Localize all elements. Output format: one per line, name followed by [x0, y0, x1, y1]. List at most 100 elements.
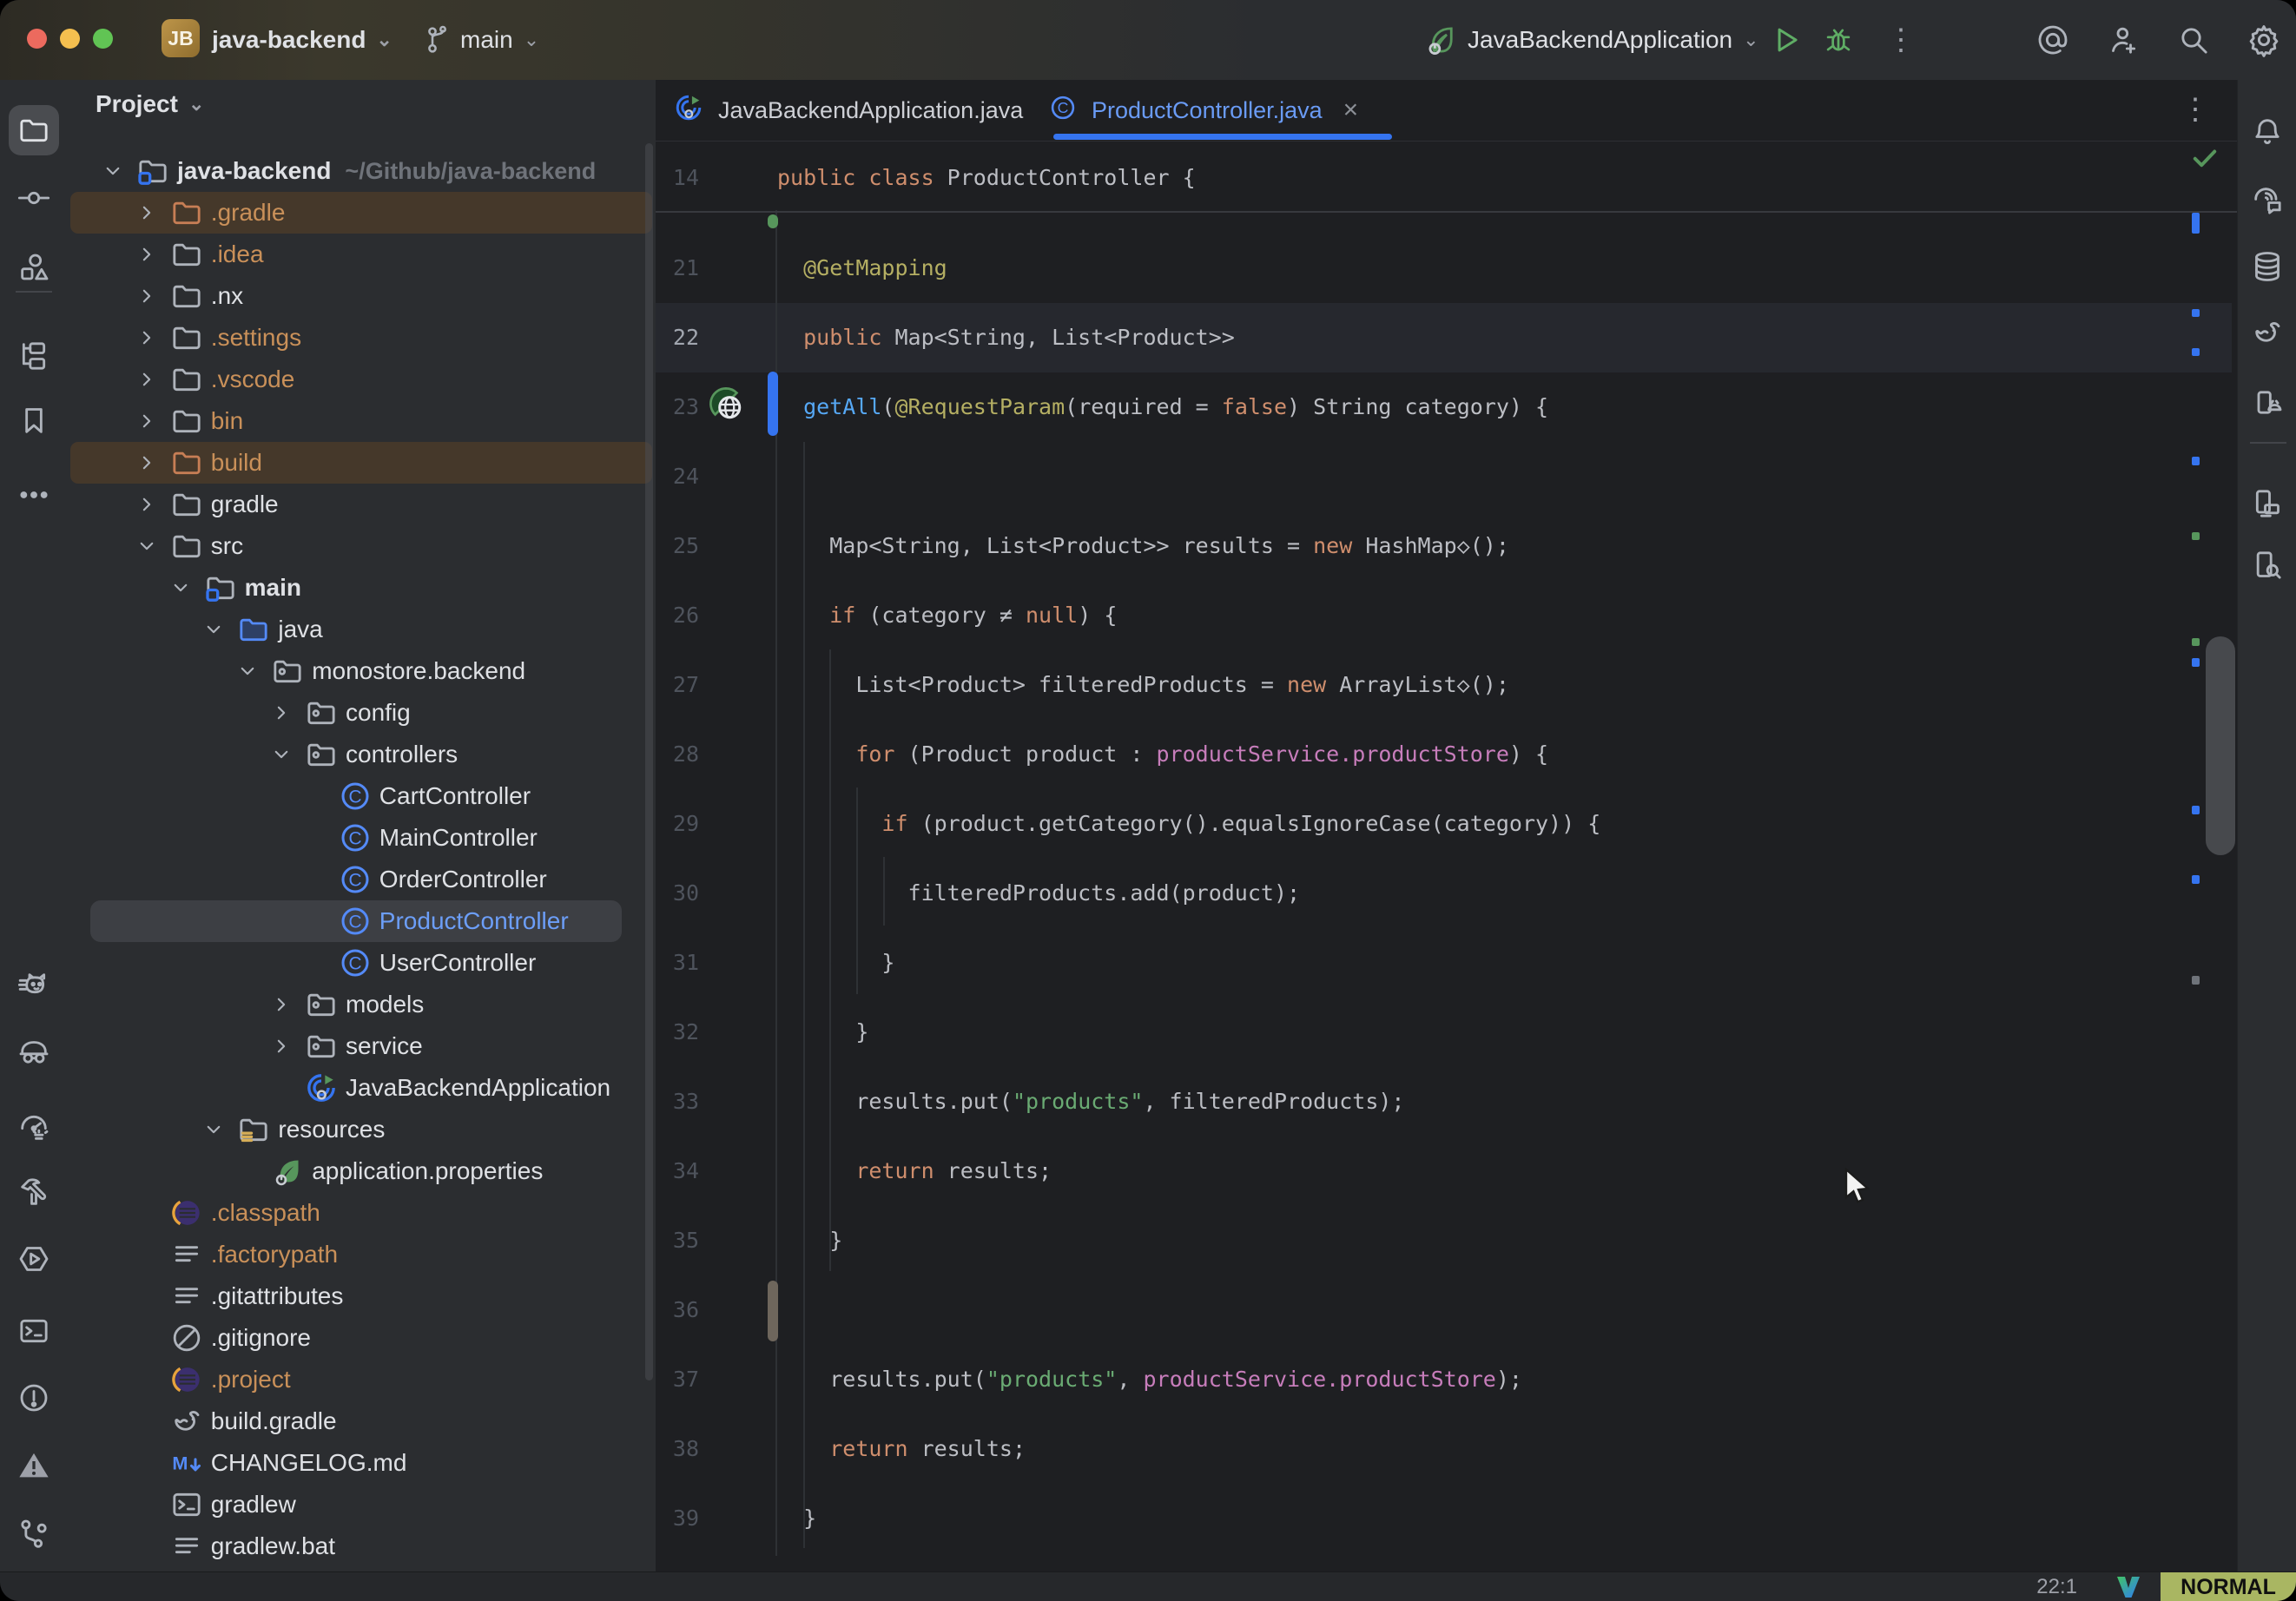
commit-icon[interactable]	[0, 174, 68, 222]
structure-icon[interactable]	[0, 332, 68, 380]
code-line-38[interactable]: return results;	[777, 1414, 1026, 1484]
tree-item-controllers[interactable]: controllers	[68, 734, 656, 775]
run-configuration-selector[interactable]: JavaBackendApplication ⌄	[1468, 0, 1759, 80]
chevron-right-icon[interactable]	[134, 275, 160, 317]
tree-item-java[interactable]: java	[68, 609, 656, 650]
profiler-icon[interactable]	[0, 1103, 68, 1151]
run-icon[interactable]	[1770, 0, 1803, 80]
line-number[interactable]: 32	[656, 998, 699, 1067]
cat-icon[interactable]	[0, 962, 68, 1011]
tree-item-src[interactable]: src	[68, 525, 656, 567]
tree-item-ordercontroller[interactable]: COrderController	[68, 859, 656, 900]
ai-assistant-icon[interactable]	[2238, 176, 2296, 225]
stripe-mark[interactable]	[2192, 875, 2200, 884]
code-line-25[interactable]: Map<String, List<Product>> results = new…	[777, 511, 1509, 581]
code-line-23[interactable]: getAll(@RequestParam(required = false) S…	[777, 372, 1548, 442]
tree-item-maincontroller[interactable]: CMainController	[68, 817, 656, 859]
tree-item--project[interactable]: .project	[68, 1359, 656, 1400]
branch-switcher[interactable]: main ⌄	[460, 0, 539, 80]
zoom-window-button[interactable]	[93, 29, 113, 49]
minimize-window-button[interactable]	[60, 29, 80, 49]
line-number[interactable]: 36	[656, 1275, 699, 1345]
chevron-down-icon[interactable]	[134, 525, 160, 567]
tree-item--settings[interactable]: .settings	[68, 317, 656, 359]
code-line-29[interactable]: if (product.getCategory().equalsIgnoreCa…	[777, 789, 1600, 859]
inspections-ok-icon[interactable]	[2189, 142, 2220, 178]
chevron-right-icon[interactable]	[268, 692, 294, 734]
endpoint-globe-icon[interactable]	[706, 384, 746, 428]
stripe-mark[interactable]	[2192, 213, 2200, 234]
chevron-right-icon[interactable]	[134, 359, 160, 400]
code-line-22[interactable]: public Map<String, List<Product>>	[777, 303, 1235, 372]
tree-item-main[interactable]: main	[68, 567, 656, 609]
code-line-39[interactable]: }	[777, 1484, 816, 1553]
vcs-modified-marker[interactable]	[768, 372, 778, 436]
code-line-26[interactable]: if (category ≠ null) {	[777, 581, 1117, 650]
line-number[interactable]: 22	[656, 303, 699, 372]
warning-triangle-icon[interactable]	[0, 1441, 68, 1490]
line-number[interactable]: 28	[656, 720, 699, 789]
close-icon[interactable]: ×	[1343, 96, 1359, 125]
line-number[interactable]: 37	[656, 1345, 699, 1414]
tree-item-build[interactable]: build	[68, 442, 656, 484]
chevron-down-icon[interactable]	[201, 1109, 227, 1150]
chevron-down-icon[interactable]	[201, 609, 227, 650]
tree-item--classpath[interactable]: .classpath	[68, 1192, 656, 1234]
services-icon[interactable]	[0, 1235, 68, 1283]
debug-icon[interactable]	[1822, 0, 1855, 80]
code-line-33[interactable]: results.put("products", filteredProducts…	[777, 1067, 1404, 1137]
tab-options-kebab-icon[interactable]: ⋮	[2181, 92, 2210, 127]
line-number[interactable]: 38	[656, 1414, 699, 1484]
chevron-down-icon[interactable]	[268, 734, 294, 775]
tab-javabackendapplication[interactable]: JavaBackendApplication.java	[673, 80, 1023, 141]
chevron-right-icon[interactable]	[134, 400, 160, 442]
code-line-27[interactable]: List<Product> filteredProducts = new Arr…	[777, 650, 1509, 720]
add-user-icon[interactable]	[2107, 0, 2141, 80]
problems-icon[interactable]	[0, 1374, 68, 1422]
line-number[interactable]: 24	[656, 442, 699, 511]
tab-productcontroller[interactable]: C ProductController.java ×	[1048, 80, 1358, 141]
tree-item-models[interactable]: models	[68, 984, 656, 1025]
tree-item-javabackendapplication[interactable]: JavaBackendApplication	[68, 1067, 656, 1109]
chevron-right-icon[interactable]	[134, 192, 160, 234]
chevron-down-icon[interactable]	[168, 567, 194, 609]
database-icon[interactable]	[2238, 242, 2296, 291]
stripe-mark[interactable]	[2192, 806, 2200, 814]
chevron-down-icon[interactable]	[100, 150, 126, 192]
tree-item-config[interactable]: config	[68, 692, 656, 734]
tree-item-service[interactable]: service	[68, 1025, 656, 1067]
chevron-right-icon[interactable]	[268, 984, 294, 1025]
tree-item-resources[interactable]: resources	[68, 1109, 656, 1150]
vcs-whitespace-marker[interactable]	[768, 1281, 778, 1341]
stripe-mark[interactable]	[2192, 658, 2200, 667]
line-number[interactable]: 14	[656, 143, 699, 213]
code-line-32[interactable]: }	[777, 998, 868, 1067]
running-devices-icon[interactable]	[2238, 479, 2296, 528]
tree-item-application-properties[interactable]: application.properties	[68, 1150, 656, 1192]
chevron-right-icon[interactable]	[134, 484, 160, 525]
tree-item-gradlew-bat[interactable]: gradlew.bat	[68, 1525, 656, 1567]
close-window-button[interactable]	[27, 29, 47, 49]
chevron-right-icon[interactable]	[134, 317, 160, 359]
editor-scrollbar[interactable]	[2206, 636, 2235, 855]
line-number[interactable]: 35	[656, 1206, 699, 1275]
tree-item--idea[interactable]: .idea	[68, 234, 656, 275]
stripe-mark[interactable]	[2192, 532, 2200, 540]
search-icon[interactable]	[2176, 0, 2211, 80]
tree-item-productcontroller[interactable]: CProductController	[68, 900, 656, 942]
tree-item-usercontroller[interactable]: CUserController	[68, 942, 656, 984]
shapes-icon[interactable]	[0, 243, 68, 292]
project-switcher[interactable]: java-backend ⌄	[212, 0, 393, 80]
line-number[interactable]: 39	[656, 1484, 699, 1553]
tree-item-java-backend[interactable]: java-backend~/Github/java-backend	[68, 150, 656, 192]
chevron-down-icon[interactable]	[234, 650, 261, 692]
line-number[interactable]: 29	[656, 789, 699, 859]
tree-item-monostore-backend[interactable]: monostore.backend	[68, 650, 656, 692]
vcs-added-marker[interactable]	[768, 214, 778, 228]
line-number[interactable]: 31	[656, 928, 699, 998]
tree-item-cartcontroller[interactable]: CCartController	[68, 775, 656, 817]
chevron-right-icon[interactable]	[134, 234, 160, 275]
project-folder-icon[interactable]	[0, 106, 68, 155]
code-line-14[interactable]: public class ProductController {	[777, 143, 1196, 213]
ai-at-icon[interactable]	[2035, 0, 2070, 80]
